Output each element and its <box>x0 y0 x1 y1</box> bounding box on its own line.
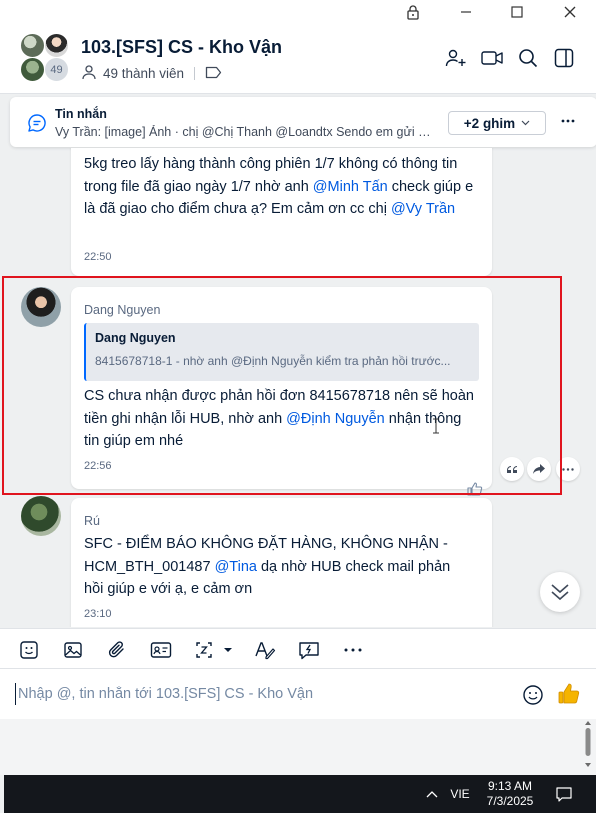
more-pins-label: +2 ghim <box>463 115 516 131</box>
quoted-message[interactable]: Dang Nguyen 8415678718-1 - nhờ anh @Định… <box>84 323 479 381</box>
attachment-icon[interactable] <box>106 639 128 661</box>
message-time: 22:50 <box>84 251 112 263</box>
more-options-icon[interactable] <box>558 111 578 131</box>
maximize-icon[interactable] <box>497 0 537 24</box>
minimize-icon[interactable] <box>446 0 486 24</box>
quote-reply-icon[interactable] <box>500 457 524 481</box>
empty-area <box>0 719 596 775</box>
emoji-icon[interactable] <box>522 684 544 711</box>
message-text: CS chưa nhận được phản hồi đơn 841567871… <box>84 388 474 449</box>
message-more-icon[interactable] <box>556 457 580 481</box>
member-avatar <box>44 33 69 58</box>
clock-time: 9:13 AM <box>487 779 533 793</box>
format-text-icon[interactable] <box>254 639 276 661</box>
quick-message-icon[interactable] <box>298 639 320 661</box>
lock-icon[interactable] <box>393 0 433 24</box>
members-icon[interactable] <box>81 64 97 83</box>
member-avatar <box>20 33 45 58</box>
thumbs-up-send-icon[interactable] <box>557 682 581 711</box>
pinned-preview: Vy Trần: [image] Ảnh · chị @Chị Thanh @L… <box>55 125 435 139</box>
quote-sender: Dang Nguyen <box>95 331 176 345</box>
more-pins-button[interactable]: +2 ghim <box>448 111 546 135</box>
tag-icon[interactable] <box>205 66 222 82</box>
pinned-title: Tin nhắn <box>55 107 107 121</box>
text-cursor-icon <box>432 418 440 434</box>
group-avatar[interactable]: 49 <box>20 33 70 83</box>
divider <box>194 67 196 80</box>
forward-icon[interactable] <box>527 457 551 481</box>
mention[interactable]: @Minh Tấn <box>313 179 388 195</box>
close-icon[interactable] <box>550 0 590 24</box>
sender-name[interactable]: Dang Nguyen <box>84 303 160 317</box>
message-time: 22:56 <box>84 460 112 472</box>
sidebar-toggle-icon[interactable] <box>552 46 576 70</box>
message-bubble[interactable]: Dang Nguyen Dang Nguyen 8415678718-1 - n… <box>71 287 492 489</box>
taskbar: VIE 9:13 AM 7/3/2025 <box>4 775 596 813</box>
clock-date: 7/3/2025 <box>486 794 534 808</box>
message-text: 5kg treo lấy hàng thành công phiên 1/7 k… <box>84 156 474 217</box>
quote-text: 8415678718-1 - nhờ anh @Định Nguyễn kiểm… <box>95 354 451 368</box>
conversation-subtitle: 49 thành viên <box>81 64 222 83</box>
message-icon <box>27 113 47 138</box>
message-bubble[interactable]: 5kg treo lấy hàng thành công phiên 1/7 k… <box>71 148 492 276</box>
zalo-window: 49 103.[SFS] CS - Kho Vận 49 thành viên <box>0 0 596 813</box>
mention[interactable]: @Tina <box>215 559 257 575</box>
mention[interactable]: @Vy Trần <box>391 201 455 217</box>
sticker-icon[interactable] <box>18 639 40 661</box>
chevron-down-icon <box>521 120 530 126</box>
screenshot-icon[interactable] <box>194 639 234 661</box>
sender-avatar[interactable] <box>21 287 61 327</box>
title-bar <box>0 0 596 24</box>
message-time: 23:10 <box>84 608 112 620</box>
message-input[interactable] <box>15 683 505 705</box>
add-member-icon[interactable] <box>444 46 468 70</box>
conversation-title[interactable]: 103.[SFS] CS - Kho Vận <box>81 37 282 58</box>
conversation-header: 49 103.[SFS] CS - Kho Vận 49 thành viên <box>0 24 596 94</box>
message-list[interactable]: 5kg treo lấy hàng thành công phiên 1/7 k… <box>0 148 596 627</box>
notification-icon[interactable] <box>552 775 576 813</box>
language-indicator[interactable]: VIE <box>448 775 472 813</box>
search-icon[interactable] <box>516 46 540 70</box>
scrollbar[interactable] <box>584 719 592 769</box>
contact-card-icon[interactable] <box>150 639 172 661</box>
message-composer <box>0 669 596 719</box>
pinned-message-bar[interactable]: Tin nhắn Vy Trần: [image] Ảnh · chị @Chị… <box>10 97 596 147</box>
sender-name[interactable]: Rú <box>84 514 100 528</box>
sender-avatar[interactable] <box>21 496 61 536</box>
double-chevron-down-icon <box>551 584 569 601</box>
chevron-up-icon[interactable] <box>422 775 442 813</box>
member-count-badge: 49 <box>44 57 69 82</box>
message-bubble[interactable]: Rú SFC - ĐIỂM BÁO KHÔNG ĐẶT HÀNG, KHÔNG … <box>71 498 492 627</box>
member-avatar <box>20 57 45 82</box>
members-label[interactable]: 49 thành viên <box>103 66 184 81</box>
composer-toolbar <box>0 628 596 669</box>
image-icon[interactable] <box>62 639 84 661</box>
video-call-icon[interactable] <box>480 46 504 70</box>
message-text: SFC - ĐIỂM BÁO KHÔNG ĐẶT HÀNG, KHÔNG NHẬ… <box>84 536 451 597</box>
clock[interactable]: 9:13 AM 7/3/2025 <box>480 775 540 813</box>
more-icon[interactable] <box>342 639 364 661</box>
scroll-to-bottom-button[interactable] <box>540 572 580 612</box>
mention[interactable]: @Định Nguyễn <box>286 411 385 427</box>
